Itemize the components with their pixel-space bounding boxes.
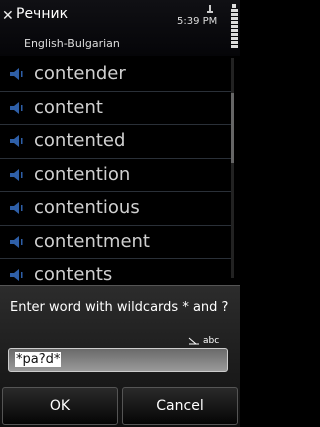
input-mode-label: abc [203, 336, 220, 346]
list-item[interactable]: contender [0, 58, 232, 92]
pen-input-icon [188, 337, 199, 345]
word-label: content [34, 96, 103, 118]
speaker-icon[interactable] [9, 269, 25, 281]
speaker-icon[interactable] [9, 101, 25, 114]
scrollbar[interactable] [231, 58, 234, 278]
dialog-prompt: Enter word with wildcards * and ? [10, 300, 229, 315]
close-icon[interactable]: ✕ [2, 8, 14, 24]
dictionary-direction: English-Bulgarian [24, 37, 120, 50]
speaker-icon[interactable] [9, 68, 25, 80]
input-mode-indicator: abc [188, 336, 219, 346]
word-label: contentious [34, 197, 140, 218]
speaker-icon [207, 5, 213, 13]
wildcard-input[interactable]: *pa?d* [8, 348, 228, 372]
wildcard-input-value: *pa?d* [15, 352, 62, 367]
scrollbar-thumb[interactable] [231, 93, 234, 163]
title-bar: ✕ Речник 5:39 PM English-Bulgarian [0, 0, 240, 56]
battery-icon [231, 4, 238, 54]
list-item[interactable]: contention [0, 159, 232, 192]
speaker-icon[interactable] [9, 235, 25, 248]
word-label: contention [34, 163, 131, 185]
word-label: contents [34, 264, 113, 285]
word-label: contented [34, 130, 126, 151]
ok-button[interactable]: OK [2, 387, 118, 425]
speaker-icon[interactable] [9, 135, 25, 147]
app-title: Речник [16, 6, 69, 22]
list-item[interactable]: contentious [0, 192, 232, 226]
word-list: contender content contented contention c… [0, 58, 232, 293]
word-label: contender [34, 63, 126, 84]
cancel-button[interactable]: Cancel [122, 387, 238, 425]
list-item[interactable]: contentment [0, 226, 232, 259]
speaker-icon[interactable] [9, 202, 25, 214]
softkey-bar: OK Cancel [0, 385, 240, 427]
list-item[interactable]: content [0, 92, 232, 125]
clock: 5:39 PM [177, 16, 218, 27]
speaker-icon[interactable] [9, 168, 25, 181]
list-item[interactable]: contented [0, 125, 232, 159]
word-label: contentment [34, 230, 150, 252]
wildcard-dialog: Enter word with wildcards * and ? abc *p… [0, 285, 240, 427]
